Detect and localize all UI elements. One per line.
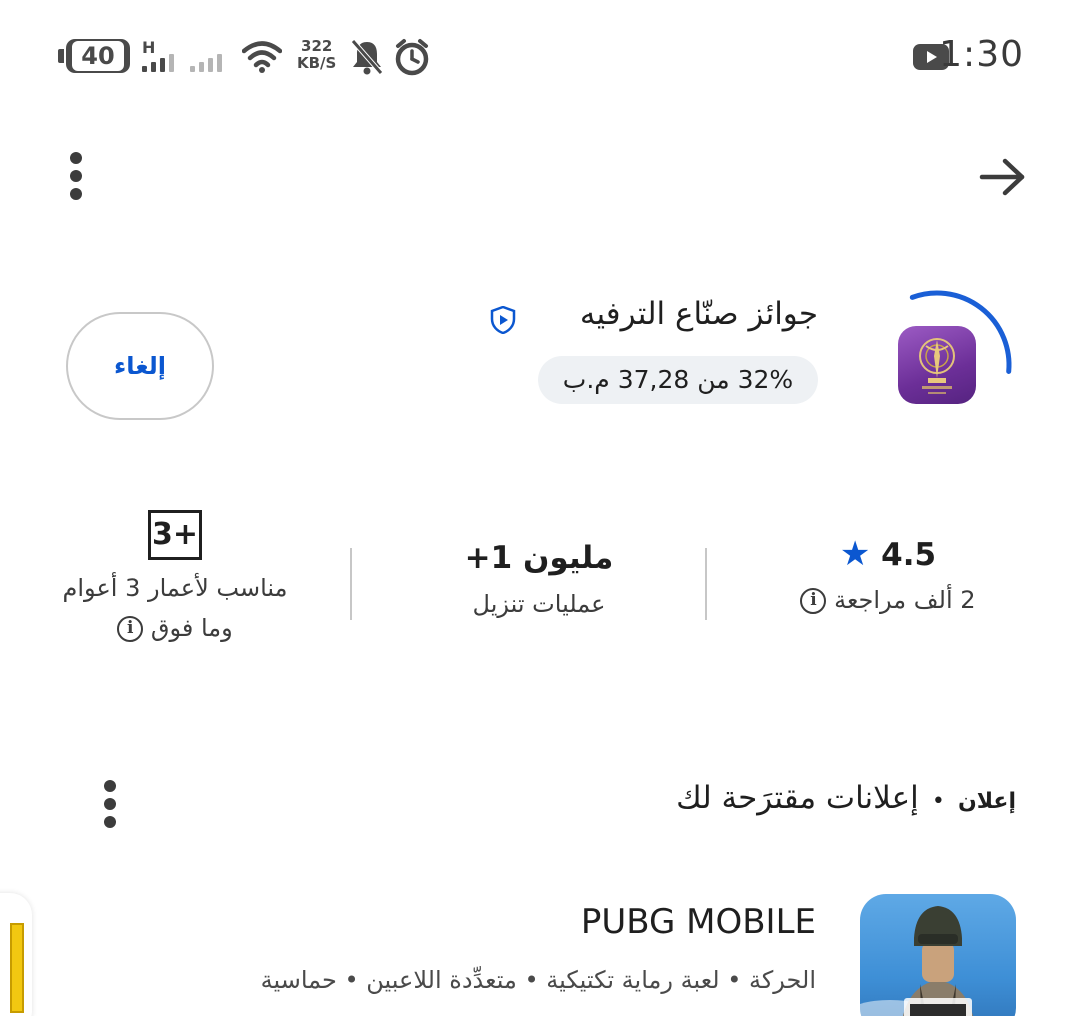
downloads-value: +1 مليون <box>464 540 614 576</box>
status-bar: 40 H 322 KB/S 1:30 <box>0 0 1080 110</box>
app-title: جوائز صنّاع الترفيه <box>579 296 818 332</box>
suggested-ads-header: إعلان • إعلانات مقترَحة لك <box>676 780 1016 816</box>
reviews-count: 2 ألف مراجعة <box>834 586 976 614</box>
reviews-count-row: 2 ألف مراجعة i <box>772 586 1004 614</box>
rating-stat[interactable]: ★ 4.5 2 ألف مراجعة i <box>772 534 1004 614</box>
ads-more-options-button[interactable] <box>90 776 130 832</box>
separator-dot: • <box>931 789 945 814</box>
play-protect-icon <box>490 306 516 334</box>
rating-value-row: ★ 4.5 <box>772 534 1004 574</box>
clock: 1:30 <box>939 34 1024 75</box>
app-icon-partial <box>10 923 24 1013</box>
download-progress-pill: 32% من 37,28 م.ب <box>538 356 818 404</box>
divider <box>350 548 352 620</box>
battery-level: 40 <box>72 41 124 71</box>
info-icon[interactable]: i <box>117 616 144 642</box>
more-vert-icon <box>104 780 116 828</box>
alarm-icon <box>395 39 429 76</box>
ad-app-name[interactable]: PUBG MOBILE <box>581 902 816 942</box>
age-rating-badge: 3+ <box>148 510 202 560</box>
info-icon[interactable]: i <box>800 588 827 614</box>
downloads-label: عمليات تنزيل <box>472 590 606 618</box>
mute-icon <box>351 39 383 75</box>
network-speed: 322 KB/S <box>297 37 337 72</box>
partial-app-card[interactable] <box>0 893 32 1016</box>
pubg-character-icon <box>860 906 974 1016</box>
ad-label: إعلان <box>957 789 1016 814</box>
app-icon-with-progress <box>880 288 1016 404</box>
age-rating-line2-row: وما فوق i <box>30 614 320 642</box>
back-button[interactable] <box>972 150 1034 204</box>
age-rating-line2: وما فوق <box>150 614 233 642</box>
ad-app-tags: الحركة • لعبة رماية تكتيكية • متعدِّدة ا… <box>260 966 816 994</box>
pubg-app-icon[interactable] <box>860 894 1016 1016</box>
age-rating-stat[interactable]: 3+ مناسب لأعمار 3 أعوام وما فوق i <box>30 510 320 642</box>
back-arrow-icon <box>979 158 1025 196</box>
cancel-button[interactable]: إلغاء <box>66 312 214 420</box>
ads-section-title: إعلانات مقترَحة لك <box>676 780 919 816</box>
more-options-button[interactable] <box>50 148 102 204</box>
app-icon[interactable] <box>898 326 976 404</box>
wifi-icon <box>242 41 282 73</box>
star-icon: ★ <box>839 534 871 574</box>
divider <box>705 548 707 620</box>
more-vert-icon <box>70 152 82 200</box>
downloads-stat: +1 مليون عمليات تنزيل <box>414 540 664 618</box>
trophy-logo-icon <box>919 338 955 394</box>
rating-value: 4.5 <box>881 537 937 573</box>
battery-icon: 40 <box>58 39 130 73</box>
age-rating-line1: مناسب لأعمار 3 أعوام <box>62 574 288 602</box>
